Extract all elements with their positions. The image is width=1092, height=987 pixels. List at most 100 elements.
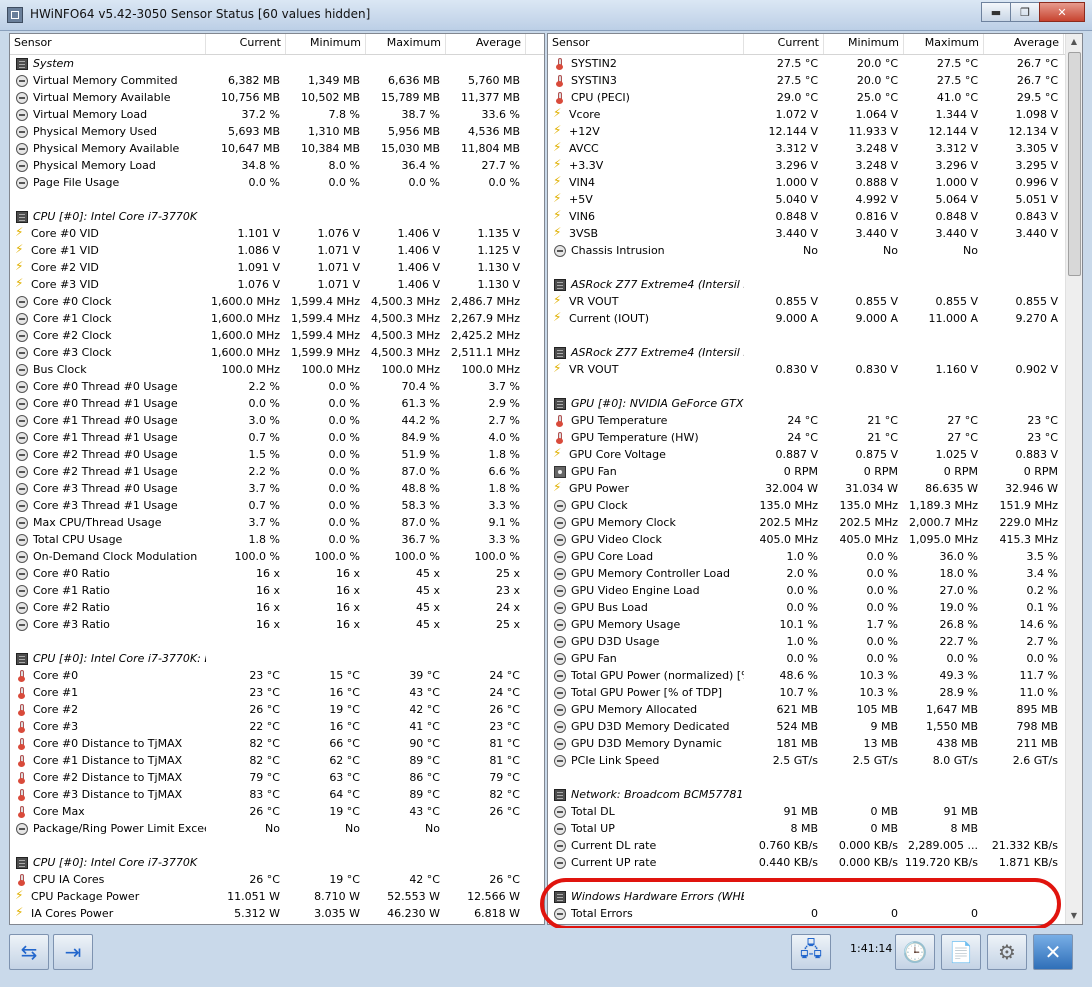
sensor-row[interactable]: GPU Temperature 24 °C 21 °C 27 °C 23 °C (548, 412, 1082, 429)
log-file-icon[interactable]: 📄 (941, 934, 981, 970)
sensor-row[interactable]: Core #1 Thread #1 Usage 0.7 % 0.0 % 84.9 % 4… (10, 429, 544, 446)
sensor-row[interactable]: Core #0 Thread #0 Usage 2.2 % 0.0 % 70.4 % 3… (10, 378, 544, 395)
minimize-button[interactable]: ▬ (981, 2, 1011, 22)
sensor-row[interactable]: Page File Usage 0.0 % 0.0 % 0.0 % 0.0 % (10, 174, 544, 191)
sensor-row[interactable]: Physical Memory Used 5,693 MB 1,310 MB 5,95… (10, 123, 544, 140)
maximize-button[interactable]: ❐ (1010, 2, 1040, 22)
sensor-row[interactable]: CPU (PECI) 29.0 °C 25.0 °C 41.0 °C 29.5 °C (548, 89, 1082, 106)
sensor-row[interactable]: Virtual Memory Commited 6,382 MB 1,349 MB 6… (10, 72, 544, 89)
sensor-row[interactable]: Core #0 VID 1.101 V 1.076 V 1.406 V 1.135 V (10, 225, 544, 242)
sensor-row[interactable]: Bus Clock 100.0 MHz 100.0 MHz 100.0 MHz 100.… (10, 361, 544, 378)
col-minimum[interactable]: Minimum (286, 34, 366, 54)
sensor-row[interactable]: GPU Core Voltage 0.887 V 0.875 V 1.025 V 0.8… (548, 446, 1082, 463)
sensor-row[interactable]: Core Max 26 °C 19 °C 43 °C 26 °C (10, 803, 544, 820)
sensor-row[interactable]: Current (IOUT) 9.000 A 9.000 A 11.000 A 9.27… (548, 310, 1082, 327)
sensor-row[interactable]: GPU Clock 135.0 MHz 135.0 MHz 1,189.3 MHz 15… (548, 497, 1082, 514)
sensor-row[interactable]: Vcore 1.072 V 1.064 V 1.344 V 1.098 V (548, 106, 1082, 123)
sensor-row[interactable]: VIN4 1.000 V 0.888 V 1.000 V 0.996 V (548, 174, 1082, 191)
sensor-row[interactable]: Core #2 Ratio 16 x 16 x 45 x 24 x (10, 599, 544, 616)
sensor-row[interactable]: Physical Memory Available 10,647 MB 10,384… (10, 140, 544, 157)
sensor-row[interactable]: Total GPU Power (normalized) [% ... 48.6 … (548, 667, 1082, 684)
sensor-row[interactable]: On-Demand Clock Modulation 100.0 % 100.0 %… (10, 548, 544, 565)
sensor-row[interactable]: +3.3V 3.296 V 3.248 V 3.296 V 3.295 V (548, 157, 1082, 174)
sensor-row[interactable]: GPU Temperature (HW) 24 °C 21 °C 27 °C 23 °C (548, 429, 1082, 446)
sensor-row[interactable]: Package/Ring Power Limit Exceeded No No No (10, 820, 544, 837)
group-header-row[interactable]: CPU [#0]: Intel Core i7-3770K (10, 208, 544, 225)
sensor-row[interactable]: Total CPU Usage 1.8 % 0.0 % 36.7 % 3.3 % (10, 531, 544, 548)
sensor-row[interactable]: GPU Power 32.004 W 31.034 W 86.635 W 32.946 … (548, 480, 1082, 497)
sensor-row[interactable]: Total UP 8 MB 0 MB 8 MB (548, 820, 1082, 837)
sensor-row[interactable]: Core #1 VID 1.086 V 1.071 V 1.406 V 1.125 V (10, 242, 544, 259)
sensor-row[interactable]: GPU Core Load 1.0 % 0.0 % 36.0 % 3.5 % (548, 548, 1082, 565)
sensor-row[interactable]: Max CPU/Thread Usage 3.7 % 0.0 % 87.0 % 9.1 … (10, 514, 544, 531)
sensor-row[interactable]: AVCC 3.312 V 3.248 V 3.312 V 3.305 V (548, 140, 1082, 157)
sensor-row[interactable]: Core #0 Thread #1 Usage 0.0 % 0.0 % 61.3 % 2… (10, 395, 544, 412)
sensor-row[interactable]: GPU D3D Usage 1.0 % 0.0 % 22.7 % 2.7 % (548, 633, 1082, 650)
group-header-row[interactable]: Windows Hardware Errors (WHEA) (548, 888, 1082, 905)
sensor-row[interactable]: GPU D3D Memory Dedicated 524 MB 9 MB 1,550 … (548, 718, 1082, 735)
sensor-row[interactable]: GPU Video Engine Load 0.0 % 0.0 % 27.0 % 0.2… (548, 582, 1082, 599)
scroll-down-arrow[interactable]: ▼ (1066, 908, 1082, 924)
sensor-row[interactable]: Current UP rate 0.440 KB/s 0.000 KB/s 119.7… (548, 854, 1082, 871)
col-current[interactable]: Current (744, 34, 824, 54)
close-icon[interactable]: ✕ (1033, 934, 1073, 970)
sensor-row[interactable]: Core #3 Distance to TjMAX 83 °C 64 °C 89 °C… (10, 786, 544, 803)
sensor-row[interactable]: SYSTIN2 27.5 °C 20.0 °C 27.5 °C 26.7 °C (548, 55, 1082, 72)
sensor-row[interactable]: Core #2 Distance to TjMAX 79 °C 63 °C 86 °C… (10, 769, 544, 786)
sensor-row[interactable]: CPU Package Power 11.051 W 8.710 W 52.553 W… (10, 888, 544, 905)
sensor-row[interactable]: Core #2 Thread #0 Usage 1.5 % 0.0 % 51.9 % 1… (10, 446, 544, 463)
sensor-row[interactable]: Core #2 Thread #1 Usage 2.2 % 0.0 % 87.0 % 6… (10, 463, 544, 480)
sensor-row[interactable]: Core #1 Thread #0 Usage 3.0 % 0.0 % 44.2 % 2… (10, 412, 544, 429)
sensor-row[interactable]: Chassis Intrusion No No No (548, 242, 1082, 259)
sensor-row[interactable]: Physical Memory Load 34.8 % 8.0 % 36.4 % 27.… (10, 157, 544, 174)
sensor-row[interactable]: GPU Bus Load 0.0 % 0.0 % 19.0 % 0.1 % (548, 599, 1082, 616)
sensor-row[interactable]: Core #3 Thread #1 Usage 0.7 % 0.0 % 58.3 % 3… (10, 497, 544, 514)
col-minimum[interactable]: Minimum (824, 34, 904, 54)
group-header-row[interactable]: System (10, 55, 544, 72)
col-average[interactable]: Average (984, 34, 1064, 54)
sensor-row[interactable]: Core #3 VID 1.076 V 1.071 V 1.406 V 1.130 V (10, 276, 544, 293)
sensor-row[interactable]: Core #0 Distance to TjMAX 82 °C 66 °C 90 °C… (10, 735, 544, 752)
sensor-row[interactable]: VIN6 0.848 V 0.816 V 0.848 V 0.843 V (548, 208, 1082, 225)
sensor-row[interactable]: Virtual Memory Load 37.2 % 7.8 % 38.7 % 33.6… (10, 106, 544, 123)
sensor-row[interactable]: PCIe Link Speed 2.5 GT/s 2.5 GT/s 8.0 GT/s 2… (548, 752, 1082, 769)
col-average[interactable]: Average (446, 34, 526, 54)
group-header-row[interactable]: Network: Broadcom BCM57781 Ne... (548, 786, 1082, 803)
sensor-row[interactable]: 3VSB 3.440 V 3.440 V 3.440 V 3.440 V (548, 225, 1082, 242)
settings-gear-icon[interactable]: ⚙ (987, 934, 1027, 970)
col-sensor[interactable]: Sensor (548, 34, 744, 54)
group-header-row[interactable]: ASRock Z77 Extreme4 (Intersil ISL... (548, 344, 1082, 361)
sensor-row[interactable]: Core #2 VID 1.091 V 1.071 V 1.406 V 1.130 V (10, 259, 544, 276)
sensor-row[interactable]: Core #0 23 °C 15 °C 39 °C 24 °C (10, 667, 544, 684)
scroll-up-arrow[interactable]: ▲ (1066, 34, 1082, 50)
group-header-row[interactable]: CPU [#0]: Intel Core i7-3770K (10, 854, 544, 871)
nav-right-button[interactable]: ⇥ (53, 934, 93, 970)
sensor-row[interactable]: Core #3 22 °C 16 °C 41 °C 23 °C (10, 718, 544, 735)
scroll-thumb[interactable] (1068, 52, 1081, 276)
sensor-row[interactable]: GPU Memory Allocated 621 MB 105 MB 1,647 MB… (548, 701, 1082, 718)
sensor-row[interactable]: IA Cores Power 5.312 W 3.035 W 46.230 W 6.81… (10, 905, 544, 922)
sensor-row[interactable]: GPU D3D Memory Dynamic 181 MB 13 MB 438 MB 2… (548, 735, 1082, 752)
network-icon[interactable]: 🖧 (791, 934, 831, 970)
sensor-row[interactable]: Core #2 Clock 1,600.0 MHz 1,599.4 MHz 4,500… (10, 327, 544, 344)
sensor-row[interactable]: GPU Fan 0.0 % 0.0 % 0.0 % 0.0 % (548, 650, 1082, 667)
sensor-row[interactable]: Core #3 Clock 1,600.0 MHz 1,599.9 MHz 4,500… (10, 344, 544, 361)
sensor-row[interactable]: Core #1 Clock 1,600.0 MHz 1,599.4 MHz 4,500… (10, 310, 544, 327)
group-header-row[interactable]: CPU [#0]: Intel Core i7-3770K: DTS (10, 650, 544, 667)
sensor-row[interactable]: GPU Memory Clock 202.5 MHz 202.5 MHz 2,000.… (548, 514, 1082, 531)
sensor-row[interactable]: Current DL rate 0.760 KB/s 0.000 KB/s 2,289… (548, 837, 1082, 854)
col-maximum[interactable]: Maximum (904, 34, 984, 54)
sensor-row[interactable]: Core #3 Thread #0 Usage 3.7 % 0.0 % 48.8 % 1… (10, 480, 544, 497)
sensor-row[interactable]: SYSTIN3 27.5 °C 20.0 °C 27.5 °C 26.7 °C (548, 72, 1082, 89)
sensor-row[interactable]: GPU Video Clock 405.0 MHz 405.0 MHz 1,095.0… (548, 531, 1082, 548)
nav-left-button[interactable]: ⇆ (9, 934, 49, 970)
sensor-row[interactable]: +5V 5.040 V 4.992 V 5.064 V 5.051 V (548, 191, 1082, 208)
group-header-row[interactable]: GPU [#0]: NVIDIA GeForce GTX 9... (548, 395, 1082, 412)
sensor-row[interactable]: VR VOUT 0.830 V 0.830 V 1.160 V 0.902 V (548, 361, 1082, 378)
sensor-row[interactable]: GPU Memory Controller Load 2.0 % 0.0 % 18.0… (548, 565, 1082, 582)
col-current[interactable]: Current (206, 34, 286, 54)
vertical-scrollbar[interactable]: ▲ ▼ (1065, 34, 1082, 924)
sensor-row[interactable]: CPU IA Cores 26 °C 19 °C 42 °C 26 °C (10, 871, 544, 888)
sensor-table-right[interactable]: Sensor Current Minimum Maximum Average S… (547, 33, 1083, 925)
close-window-button[interactable]: ✕ (1039, 2, 1085, 22)
